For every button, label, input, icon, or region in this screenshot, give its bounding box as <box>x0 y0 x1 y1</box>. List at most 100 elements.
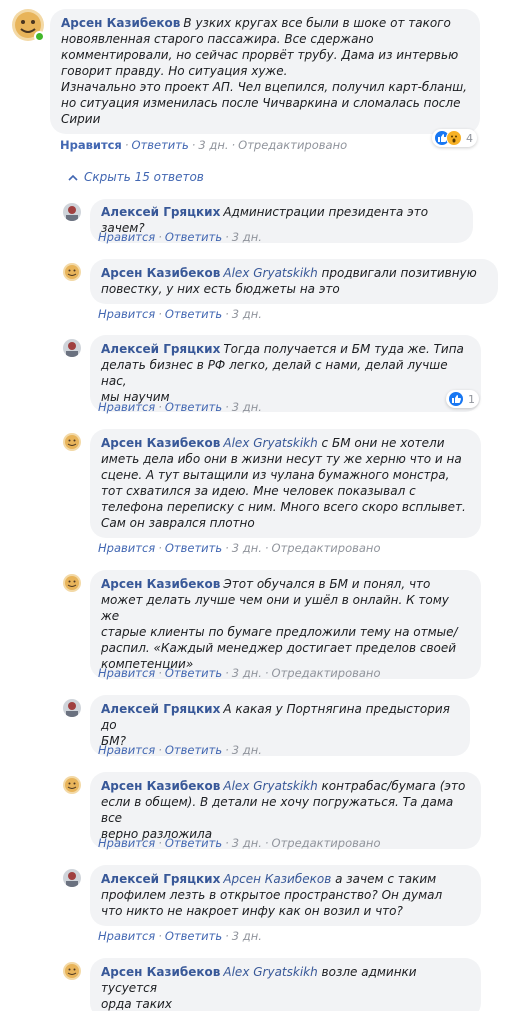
comment-line: Сам он заврался плотно <box>101 516 255 530</box>
like-link[interactable]: Нравится <box>98 400 155 414</box>
comment-author[interactable]: Арсен Казибеков <box>101 965 220 979</box>
like-link[interactable]: Нравится <box>98 307 155 321</box>
reply-comment: Арсен Казибеков Alex Gryatskikh возле адм… <box>63 958 481 1011</box>
comment-line: говорит правду. Но ситуация хуже. <box>61 64 288 78</box>
arsen-avatar-icon <box>63 433 81 451</box>
comment-line: телефона переписку с ним. Много всего ск… <box>101 500 466 514</box>
comment-line: а зачем с таким <box>335 872 437 886</box>
comment-line: контрабас/бумага (это <box>321 779 466 793</box>
comment-line: если в общем). В детали не хочу погружат… <box>101 795 454 825</box>
avatar[interactable] <box>63 339 81 357</box>
comment-author[interactable]: Алексей Гряцких <box>101 342 220 356</box>
main-comment-actions: Нравится · Ответить · 3 дн. · Отредактировано <box>60 138 348 152</box>
edited-label[interactable]: Отредактировано <box>272 666 381 680</box>
reply-link[interactable]: Ответить <box>165 666 222 680</box>
reply-reactions[interactable]: 1 <box>446 390 479 408</box>
comment-line: сцене. А тут вытащили из чулана бумажног… <box>101 468 450 482</box>
comment-author[interactable]: Арсен Казибеков <box>101 266 220 280</box>
hide-replies-link[interactable]: Скрыть 15 ответов <box>68 170 204 184</box>
avatar[interactable] <box>63 869 81 887</box>
reply-actions: Нравится · Ответить · 3 дн. · Отредактировано <box>98 836 381 850</box>
comment-line: профилем лезть в открытое пространство? … <box>101 888 443 902</box>
comment-author[interactable]: Арсен Казибеков <box>101 779 220 793</box>
mention-link[interactable]: Alex Gryatskikh <box>223 266 317 280</box>
reply-actions: Нравится · Ответить · 3 дн. <box>98 743 262 757</box>
mention-link[interactable]: Alex Gryatskikh <box>223 965 317 979</box>
like-link[interactable]: Нравится <box>98 541 155 555</box>
online-status-dot <box>34 31 45 42</box>
arsen-avatar-icon <box>63 962 81 980</box>
avatar[interactable] <box>63 776 81 794</box>
like-link[interactable]: Нравится <box>98 836 155 850</box>
comment-timestamp[interactable]: 3 дн. <box>232 929 262 943</box>
avatar[interactable] <box>63 433 81 451</box>
comment-line: распил. «Каждый менеджер достигает преде… <box>101 641 457 655</box>
comment-author[interactable]: Арсен Казибеков <box>101 577 220 591</box>
like-link[interactable]: Нравится <box>60 138 122 152</box>
reply-link[interactable]: Ответить <box>165 743 222 757</box>
reply-actions: Нравится · Ответить · 3 дн. <box>98 230 262 244</box>
comment-timestamp[interactable]: 3 дн. <box>232 666 262 680</box>
comment-timestamp[interactable]: 3 дн. <box>232 307 262 321</box>
avatar[interactable] <box>63 263 81 281</box>
main-comment-reactions[interactable]: 4 <box>432 129 477 147</box>
comment-line: Этот обучался в БМ и понял, что <box>223 577 431 591</box>
aleksey-avatar-icon <box>63 869 81 887</box>
like-link[interactable]: Нравится <box>98 743 155 757</box>
comment-author[interactable]: Арсен Казибеков <box>101 436 220 450</box>
comment-line: комментировали, но сейчас прорвёт трубу.… <box>61 48 459 62</box>
comment-timestamp[interactable]: 3 дн. <box>198 138 228 152</box>
reply-link[interactable]: Ответить <box>165 307 222 321</box>
reply-link[interactable]: Ответить <box>165 400 222 414</box>
reply-link[interactable]: Ответить <box>165 541 222 555</box>
like-link[interactable]: Нравится <box>98 230 155 244</box>
comment-timestamp[interactable]: 3 дн. <box>232 230 262 244</box>
comment-line: делать бизнес в РФ легко, делай с нами, … <box>101 358 448 388</box>
comment-line: продвигали позитивную <box>321 266 477 280</box>
aleksey-avatar-icon <box>63 203 81 221</box>
main-comment-avatar-wrap[interactable] <box>12 9 45 42</box>
reaction-count: 4 <box>466 131 473 145</box>
mention-link[interactable]: Alex Gryatskikh <box>223 436 317 450</box>
comment-line: новоявленная старого пассажира. Все сдер… <box>61 32 374 46</box>
comment-timestamp[interactable]: 3 дн. <box>232 541 262 555</box>
chevron-up-icon <box>68 170 78 184</box>
comment-author[interactable]: Арсен Казибеков <box>61 16 180 30</box>
like-link[interactable]: Нравится <box>98 929 155 943</box>
comment-timestamp[interactable]: 3 дн. <box>232 400 262 414</box>
reply-link[interactable]: Ответить <box>131 138 188 152</box>
arsen-avatar-icon <box>63 776 81 794</box>
reply-comment: Арсен Казибеков Alex Gryatskikh продвигал… <box>63 259 498 304</box>
reply-bubble: Арсен Казибеков Alex Gryatskikh возле адм… <box>90 958 481 1011</box>
comment-author[interactable]: Алексей Гряцких <box>101 702 220 716</box>
avatar[interactable] <box>63 203 81 221</box>
reply-comment: Арсен Казибеков Этот обучался в БМ и поня… <box>63 570 481 679</box>
comment-timestamp[interactable]: 3 дн. <box>232 836 262 850</box>
arsen-avatar-icon <box>63 263 81 281</box>
avatar[interactable] <box>63 574 81 592</box>
reply-bubble: Арсен Казибеков Этот обучался в БМ и поня… <box>90 570 481 679</box>
like-reaction-icon <box>448 391 464 407</box>
avatar[interactable] <box>63 962 81 980</box>
avatar[interactable] <box>63 699 81 717</box>
comment-line: Изначально это проект АП. Чел вцепился, … <box>61 80 467 94</box>
reaction-count: 1 <box>468 392 475 406</box>
reply-link[interactable]: Ответить <box>165 929 222 943</box>
arsen-avatar-icon <box>63 574 81 592</box>
mention-link[interactable]: Арсен Казибеков <box>223 872 331 886</box>
edited-label[interactable]: Отредактировано <box>272 541 381 555</box>
reply-bubble: Алексей Гряцких Арсен Казибеков а зачем с… <box>90 865 481 926</box>
comment-timestamp[interactable]: 3 дн. <box>232 743 262 757</box>
comment-line: Сирии <box>61 112 101 126</box>
reply-link[interactable]: Ответить <box>165 836 222 850</box>
comment-line: В узких кругах все были в шоке от такого <box>183 16 451 30</box>
comment-author[interactable]: Алексей Гряцких <box>101 872 220 886</box>
edited-label[interactable]: Отредактировано <box>238 138 347 152</box>
comment-line: повестку, у них есть бюджеты на это <box>101 282 340 296</box>
mention-link[interactable]: Alex Gryatskikh <box>223 779 317 793</box>
comment-author[interactable]: Алексей Гряцких <box>101 205 220 219</box>
edited-label[interactable]: Отредактировано <box>272 836 381 850</box>
reply-actions: Нравится · Ответить · 3 дн. · Отредактировано <box>98 541 381 555</box>
reply-link[interactable]: Ответить <box>165 230 222 244</box>
like-link[interactable]: Нравится <box>98 666 155 680</box>
